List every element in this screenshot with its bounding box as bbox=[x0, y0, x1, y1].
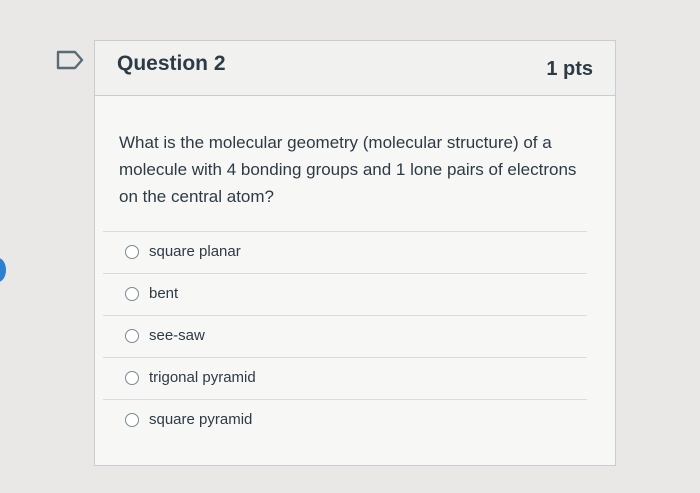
radio-button[interactable] bbox=[125, 413, 139, 427]
question-text: What is the molecular geometry (molecula… bbox=[119, 133, 577, 206]
answer-option[interactable]: trigonal pyramid bbox=[103, 357, 587, 399]
answer-option[interactable]: bent bbox=[103, 273, 587, 315]
answer-label: trigonal pyramid bbox=[149, 369, 256, 386]
radio-button[interactable] bbox=[125, 287, 139, 301]
flag-question-icon[interactable] bbox=[56, 50, 86, 70]
question-title: Question 2 bbox=[117, 52, 226, 75]
answer-label: bent bbox=[149, 285, 179, 302]
sidebar-edge-indicator bbox=[0, 258, 6, 282]
question-card: Question 2 1 pts What is the molecular g… bbox=[94, 40, 616, 466]
answer-option[interactable]: see-saw bbox=[103, 315, 587, 357]
answer-option[interactable]: square planar bbox=[103, 231, 587, 273]
answer-label: see-saw bbox=[149, 327, 205, 344]
answer-list: square planar bent see-saw trigonal pyra… bbox=[103, 231, 587, 441]
question-header: Question 2 1 pts bbox=[95, 41, 615, 96]
question-points: 1 pts bbox=[546, 58, 593, 80]
radio-button[interactable] bbox=[125, 329, 139, 343]
answer-option[interactable]: square pyramid bbox=[103, 399, 587, 441]
answer-label: square planar bbox=[149, 243, 241, 260]
answer-label: square pyramid bbox=[149, 411, 253, 428]
radio-button[interactable] bbox=[125, 245, 139, 259]
radio-button[interactable] bbox=[125, 371, 139, 385]
